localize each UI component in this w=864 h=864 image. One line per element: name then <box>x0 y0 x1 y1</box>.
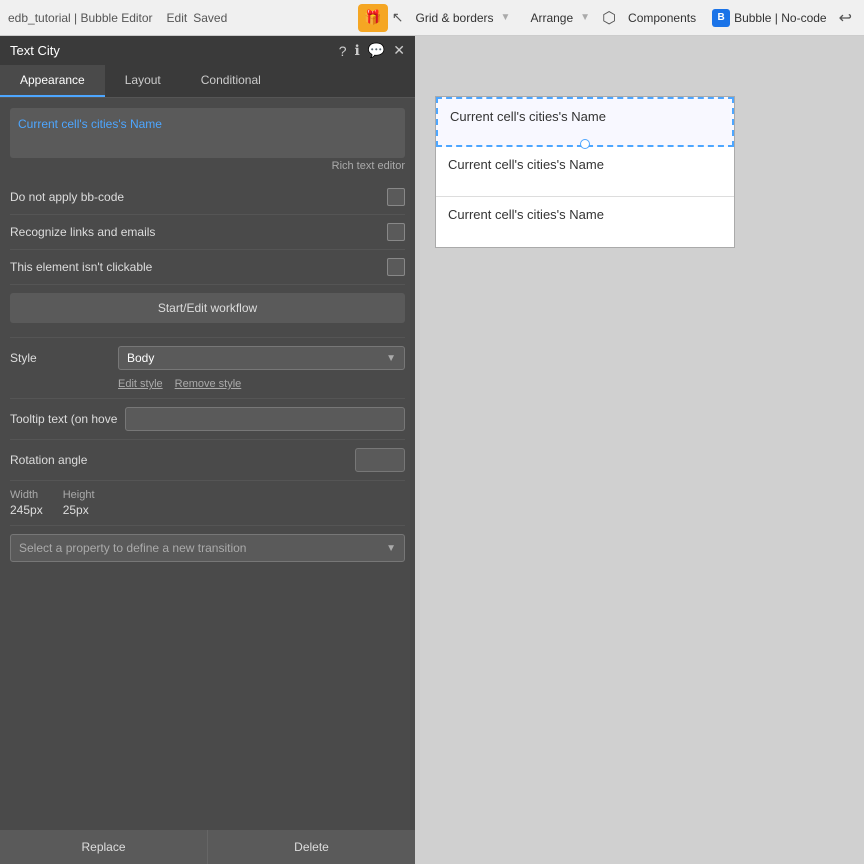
gift-button[interactable]: 🎁 <box>358 4 388 32</box>
undo-icon: ↩ <box>839 10 852 27</box>
size-row: Width 245px Height 25px <box>10 489 405 517</box>
gift-icon: 🎁 <box>364 9 381 26</box>
width-value: 245px <box>10 503 43 517</box>
transition-select-row[interactable]: Select a property to define a new transi… <box>10 534 405 562</box>
text-content-link[interactable]: Current cell's cities's Name <box>18 117 162 131</box>
delete-button[interactable]: Delete <box>207 830 415 864</box>
panel-tabs: Appearance Layout Conditional <box>0 65 415 98</box>
arrange-button[interactable]: Arrange ▼ <box>522 7 598 29</box>
tooltip-input[interactable] <box>125 407 405 431</box>
rotation-input[interactable]: 0 <box>355 448 405 472</box>
arrange-label: Arrange <box>530 11 573 25</box>
grid-chevron: ▼ <box>501 12 511 23</box>
style-label: Style <box>10 351 110 365</box>
rotation-label: Rotation angle <box>10 453 110 467</box>
info-icon[interactable]: ℹ <box>355 42 360 59</box>
bubble-label: Bubble | No-code <box>734 11 827 25</box>
close-icon[interactable]: ✕ <box>393 42 405 59</box>
recognize-links-row: Recognize links and emails <box>10 215 405 250</box>
tab-conditional[interactable]: Conditional <box>181 65 281 97</box>
height-item: Height 25px <box>63 489 95 517</box>
undo-button[interactable]: ↩ <box>835 4 856 32</box>
tab-layout[interactable]: Layout <box>105 65 181 97</box>
panel-title: Text City <box>10 43 60 58</box>
components-icon: ⬡ <box>602 8 616 28</box>
top-bar-left: edb_tutorial | Bubble Editor Edit Saved <box>8 11 350 25</box>
style-links: Edit style Remove style <box>118 378 405 390</box>
text-content-area[interactable]: Current cell's cities's Name <box>10 108 405 158</box>
components-button[interactable]: Components <box>620 7 704 29</box>
remove-style-link[interactable]: Remove style <box>175 378 242 390</box>
divider-1 <box>10 337 405 338</box>
not-clickable-label: This element isn't clickable <box>10 260 152 274</box>
text-cell-box: Current cell's cities's Name Current cel… <box>435 96 735 248</box>
tooltip-label: Tooltip text (on hove <box>10 412 117 426</box>
canvas-container: Current cell's cities's Name Current cel… <box>435 96 735 248</box>
components-label: Components <box>628 11 696 25</box>
saved-status: Saved <box>193 11 227 25</box>
divider-2 <box>10 398 405 399</box>
transition-chevron: ▼ <box>386 543 396 554</box>
panel-body: Current cell's cities's Name Rich text e… <box>0 98 415 854</box>
app-title: edb_tutorial | Bubble Editor <box>8 11 153 25</box>
divider-4 <box>10 480 405 481</box>
rotation-row: Rotation angle 0 <box>10 448 405 472</box>
do-not-apply-row: Do not apply bb-code <box>10 180 405 215</box>
tab-appearance[interactable]: Appearance <box>0 65 105 97</box>
transition-placeholder: Select a property to define a new transi… <box>19 541 246 555</box>
divider-3 <box>10 439 405 440</box>
grid-borders-label: Grid & borders <box>416 11 494 25</box>
properties-panel: Text City ? ℹ 💬 ✕ Appearance Layout Cond… <box>0 36 415 864</box>
cursor-icon: ↖ <box>392 9 404 26</box>
bubble-logo: B Bubble | No-code <box>712 9 827 27</box>
edit-style-link[interactable]: Edit style <box>118 378 163 390</box>
recognize-links-toggle[interactable] <box>387 223 405 241</box>
table-row[interactable]: Current cell's cities's Name <box>436 97 734 147</box>
bottom-buttons: Replace Delete <box>0 830 415 864</box>
table-row[interactable]: Current cell's cities's Name <box>436 197 734 247</box>
top-bar-center: 🎁 ↖ Grid & borders ▼ Arrange ▼ ⬡ Compone… <box>358 4 704 32</box>
help-icon[interactable]: ? <box>339 43 347 59</box>
width-label: Width <box>10 489 43 501</box>
arrange-chevron: ▼ <box>580 12 590 23</box>
bubble-icon: B <box>712 9 730 27</box>
do-not-apply-toggle[interactable] <box>387 188 405 206</box>
main-content: Text City ? ℹ 💬 ✕ Appearance Layout Cond… <box>0 36 864 864</box>
height-value: 25px <box>63 503 95 517</box>
canvas[interactable]: Current cell's cities's Name Current cel… <box>415 36 864 864</box>
recognize-links-label: Recognize links and emails <box>10 225 155 239</box>
style-row: Style Body ▼ <box>10 346 405 370</box>
panel-icons: ? ℹ 💬 ✕ <box>339 42 405 59</box>
style-select[interactable]: Body ▼ <box>118 346 405 370</box>
not-clickable-row: This element isn't clickable <box>10 250 405 285</box>
table-row[interactable]: Current cell's cities's Name <box>436 147 734 197</box>
not-clickable-toggle[interactable] <box>387 258 405 276</box>
panel-header: Text City ? ℹ 💬 ✕ <box>0 36 415 65</box>
width-item: Width 245px <box>10 489 43 517</box>
do-not-apply-label: Do not apply bb-code <box>10 190 124 204</box>
tooltip-row: Tooltip text (on hove <box>10 407 405 431</box>
top-bar: edb_tutorial | Bubble Editor Edit Saved … <box>0 0 864 36</box>
height-label: Height <box>63 489 95 501</box>
replace-button[interactable]: Replace <box>0 830 207 864</box>
style-chevron: ▼ <box>386 353 396 364</box>
rich-text-editor-label: Rich text editor <box>10 160 405 172</box>
divider-5 <box>10 525 405 526</box>
workflow-button[interactable]: Start/Edit workflow <box>10 293 405 323</box>
grid-borders-button[interactable]: Grid & borders ▼ <box>408 7 519 29</box>
comment-icon[interactable]: 💬 <box>368 42 385 59</box>
edit-menu[interactable]: Edit <box>167 11 188 25</box>
